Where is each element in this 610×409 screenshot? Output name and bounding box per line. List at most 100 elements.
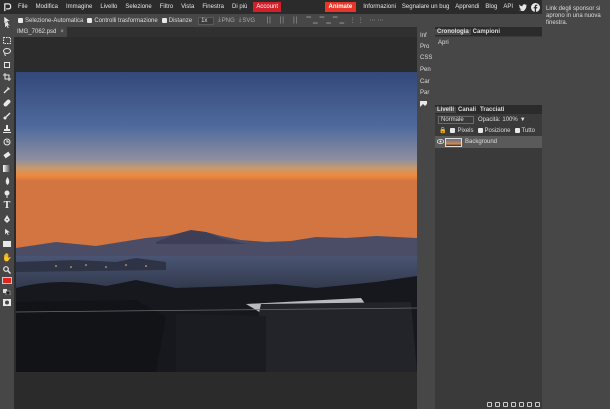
transform-controls-checkbox[interactable]: Controlli trasformazione xyxy=(87,17,158,24)
panel-brush-tab[interactable]: Pen xyxy=(420,67,431,73)
account-button[interactable]: Account xyxy=(253,2,282,12)
move-icon[interactable] xyxy=(1,20,13,30)
panel-character-tab[interactable]: Car xyxy=(420,79,430,85)
layer-options-row: Normale Opacità: 100% ▼ xyxy=(435,115,542,125)
hand-icon[interactable]: ✋ xyxy=(1,252,13,262)
lock-position-checkbox[interactable]: Posizione xyxy=(477,128,511,134)
tab-canali[interactable]: Canali xyxy=(456,107,478,113)
twitter-icon[interactable] xyxy=(518,3,527,12)
link-segnalare-bug[interactable]: Segnalare un bug xyxy=(399,4,452,10)
lasso-icon[interactable] xyxy=(1,47,13,57)
eraser-icon[interactable] xyxy=(1,150,13,160)
adjustment-layer-icon[interactable] xyxy=(503,402,508,407)
checkbox-box xyxy=(514,128,520,133)
checkbox-box xyxy=(87,18,93,23)
align-icons[interactable]: ▕▏▕▏▕▏ ▔▁▔▁▔▁ ⋮⋮ ⋯⋯ xyxy=(263,17,385,24)
opacity-value[interactable]: 100% xyxy=(502,117,517,123)
history-brush-icon[interactable] xyxy=(1,137,13,147)
transform-controls-label: Controlli trasformazione xyxy=(94,17,158,24)
download-icon: ⤓ xyxy=(218,17,221,23)
document-image[interactable] xyxy=(16,72,417,372)
quick-select-icon[interactable] xyxy=(1,60,13,70)
healing-brush-icon[interactable] xyxy=(1,98,13,108)
layers-panel: Livelli Canali Tracciati Normale Opacità… xyxy=(435,105,542,409)
document-tab[interactable]: IMG_7062.psd × xyxy=(14,27,67,37)
layer-effects-icon[interactable] xyxy=(495,402,500,407)
lock-all-checkbox[interactable]: Tutto xyxy=(514,127,535,134)
export-svg-button[interactable]: ⤓ SVG xyxy=(239,17,255,24)
layers-footer xyxy=(435,400,542,409)
quick-mask-icon[interactable] xyxy=(1,297,13,307)
canvas-area[interactable] xyxy=(14,37,417,409)
layer-row[interactable]: Background xyxy=(435,136,542,148)
layers-panel-tabs: Livelli Canali Tracciati xyxy=(435,105,542,114)
close-tab-icon[interactable]: × xyxy=(60,29,64,35)
link-informazioni[interactable]: Informazioni xyxy=(360,4,399,10)
menu-livello[interactable]: Livello xyxy=(96,4,121,10)
tab-cronologia[interactable]: Cronologia xyxy=(435,28,471,35)
delete-layer-icon[interactable] xyxy=(535,402,540,407)
layer-mask-icon[interactable] xyxy=(511,402,516,407)
app-logo-icon[interactable] xyxy=(0,0,14,14)
blur-icon[interactable] xyxy=(1,176,13,186)
history-list: Apri xyxy=(435,37,542,102)
eyedropper-icon[interactable] xyxy=(1,85,13,95)
menu-modifica[interactable]: Modifica xyxy=(32,4,62,10)
foreground-color-swatch[interactable] xyxy=(2,277,12,284)
swap-colors-icon[interactable] xyxy=(1,287,13,297)
zoom-icon[interactable] xyxy=(1,265,13,275)
pen-icon[interactable] xyxy=(1,214,13,224)
animate-button[interactable]: Animate xyxy=(324,2,357,12)
tab-livelli[interactable]: Livelli xyxy=(435,106,457,113)
menu-immagine[interactable]: Immagine xyxy=(62,4,96,10)
png-label: PNG xyxy=(221,17,235,24)
menu-selezione[interactable]: Selezione xyxy=(121,4,155,10)
new-group-icon[interactable] xyxy=(519,402,524,407)
panel-css-tab[interactable]: CSS xyxy=(420,55,432,61)
panel-properties-tab[interactable]: Pro xyxy=(420,44,429,50)
menu-finestra[interactable]: Finestra xyxy=(198,4,228,10)
panel-info-tab[interactable]: Inf xyxy=(420,33,427,39)
link-layers-icon[interactable] xyxy=(487,402,492,407)
menu-filtro[interactable]: Filtro xyxy=(156,4,177,10)
menu-file[interactable]: File xyxy=(14,4,32,10)
tab-campioni[interactable]: Campioni xyxy=(471,29,502,35)
menu-vista[interactable]: Vista xyxy=(177,4,198,10)
lock-icon: 🔒 xyxy=(439,128,447,134)
path-select-icon[interactable] xyxy=(1,227,13,237)
type-icon[interactable]: T xyxy=(1,201,13,211)
brush-icon[interactable] xyxy=(1,111,13,121)
new-layer-icon[interactable] xyxy=(527,402,532,407)
zoom-select[interactable]: 1x xyxy=(198,16,215,25)
menu-di-piu[interactable]: Di più xyxy=(228,4,251,10)
crop-icon[interactable] xyxy=(1,72,13,82)
tab-tracciati[interactable]: Tracciati xyxy=(478,107,506,113)
clone-stamp-icon[interactable] xyxy=(1,124,13,134)
export-png-button[interactable]: ⤓ PNG xyxy=(218,17,235,24)
lock-all-label: Tutto xyxy=(521,127,535,134)
link-apprendi[interactable]: Apprendi xyxy=(452,4,482,10)
animate-label: Animate xyxy=(328,4,353,10)
distances-checkbox[interactable]: Distanze xyxy=(161,18,192,24)
lock-pixels-label: Pixels xyxy=(457,127,474,134)
document-tabs: IMG_7062.psd × xyxy=(14,27,417,37)
panel-image-icon[interactable] xyxy=(420,101,427,109)
rectangle-shape-icon[interactable] xyxy=(1,239,13,249)
gradient-icon[interactable] xyxy=(1,163,13,173)
history-item[interactable]: Apri xyxy=(435,37,542,49)
link-blog[interactable]: Blog xyxy=(482,4,500,10)
checkbox-box xyxy=(450,128,456,133)
visibility-eye-icon[interactable] xyxy=(435,138,445,146)
menubar: File Modifica Immagine Livello Selezione… xyxy=(0,0,542,14)
marquee-icon[interactable] xyxy=(1,35,13,45)
link-api[interactable]: API xyxy=(500,4,516,10)
opacity-dropdown-icon[interactable]: ▼ xyxy=(520,117,526,123)
facebook-icon[interactable] xyxy=(531,2,540,12)
dodge-icon[interactable] xyxy=(1,189,13,199)
panel-paragraph-tab[interactable]: Par xyxy=(420,90,429,96)
blend-mode-select[interactable]: Normale xyxy=(438,116,474,124)
auto-select-checkbox[interactable]: Selezione-Automatica xyxy=(18,18,83,24)
lock-pixels-checkbox[interactable]: Pixels xyxy=(450,127,474,134)
photopea-app: File Modifica Immagine Livello Selezione… xyxy=(0,0,610,409)
checkbox-box xyxy=(161,18,167,23)
